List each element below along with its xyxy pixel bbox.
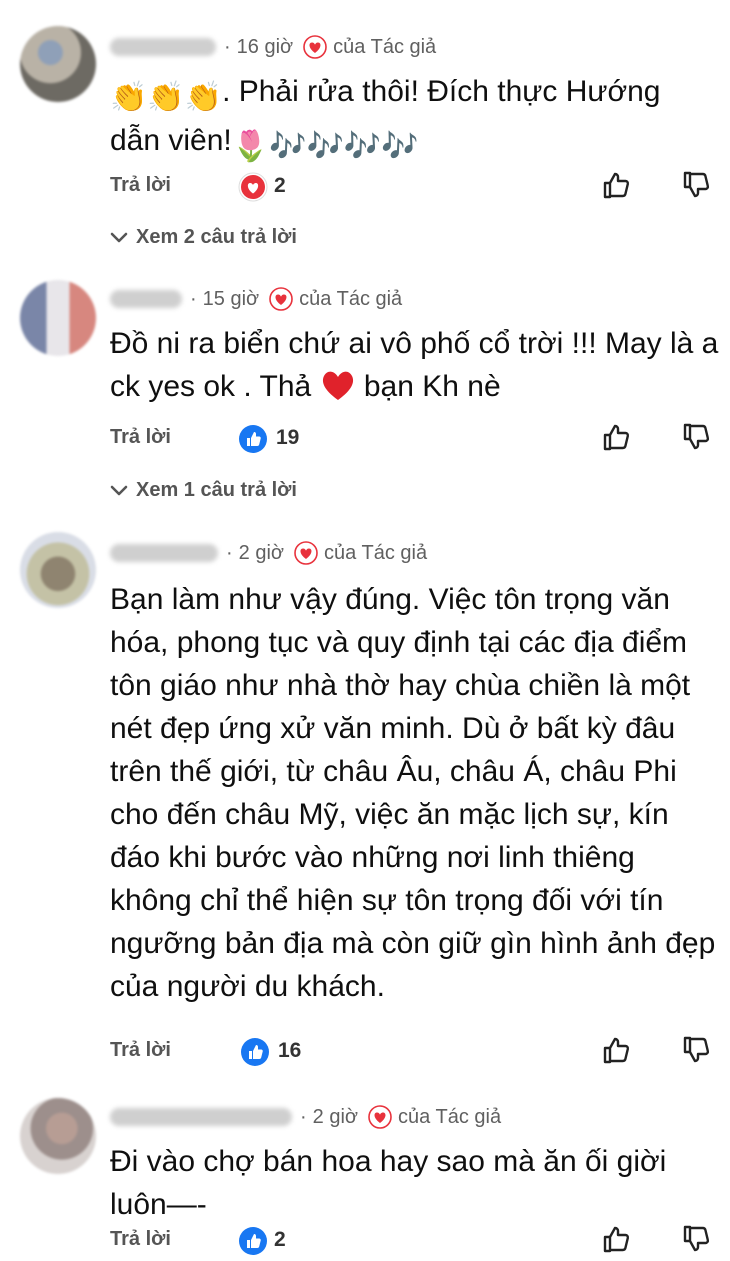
comment-text: Đồ ni ra biển chứ ai vô phố cổ trời !!! … [110,327,719,403]
music-notes-emoji: 🎶🎶🎶🎶 [269,130,419,163]
author-name-blurred[interactable] [110,290,182,308]
author-name-blurred[interactable] [110,38,216,56]
avatar[interactable] [20,26,96,102]
comment-meta: · 15 giờ của Tác giả [110,284,402,314]
view-replies-button[interactable]: Xem 1 câu trả lời [108,475,297,505]
like-reaction-icon[interactable] [238,1226,268,1256]
clapping-hands-emoji: 👏👏👏 [110,81,223,114]
thumbs-up-icon[interactable] [600,1033,634,1067]
reaction-count: 16 [278,1039,302,1062]
comment-meta: · 2 giờ của Tác giả [110,1102,501,1132]
author-heart-label: của Tác giả [333,35,437,58]
comment-actions: Trả lời 19 [0,420,730,460]
comment-time: 15 giờ [202,287,260,310]
reaction-count: 2 [274,1228,286,1251]
thumbs-up-icon[interactable] [600,420,634,454]
chevron-down-icon [108,226,130,248]
reply-button[interactable]: Trả lời [110,174,171,197]
avatar[interactable] [20,532,96,608]
avatar[interactable] [20,1098,96,1174]
chevron-down-icon [108,479,130,501]
reply-button[interactable]: Trả lời [110,1039,171,1062]
reaction-count: 2 [274,174,286,197]
author-heart-label: của Tác giả [324,541,428,564]
thumbs-up-icon[interactable] [600,168,634,202]
view-replies-button[interactable]: Xem 2 câu trả lời [108,222,297,252]
reaction-count: 19 [276,426,300,449]
tulip-emoji: 🌷 [231,130,270,163]
heart-badge-icon [269,287,293,311]
comment-time: 2 giờ [312,1105,359,1128]
red-heart-emoji [322,371,353,400]
comment-actions: Trả lời 2 [0,168,730,208]
comment-text: 👏👏👏. Phải rửa thôi! Đích thực Hướng dẫn … [110,70,725,168]
author-heart-label: của Tác giả [299,287,403,310]
thumbs-down-icon[interactable] [680,1033,714,1067]
like-reaction-icon[interactable] [240,1037,270,1067]
thumbs-up-icon[interactable] [600,1222,634,1256]
reply-button[interactable]: Trả lời [110,426,171,449]
like-reaction-icon[interactable] [238,424,268,454]
author-heart-label: của Tác giả [398,1105,502,1128]
comment-time: 2 giờ [238,541,285,564]
comment-meta: · 16 giờ của Tác giả [110,32,436,62]
heart-badge-icon [294,541,318,565]
thumbs-down-icon[interactable] [680,420,714,454]
comment-actions: Trả lời 16 [0,1033,730,1073]
thumbs-down-icon[interactable] [680,168,714,202]
comment-actions: Trả lời 2 [0,1222,730,1261]
heart-reaction-icon[interactable] [238,172,268,202]
reply-button[interactable]: Trả lời [110,1228,171,1251]
heart-badge-icon [368,1105,392,1129]
comment-text: Đi vào chợ bán hoa hay sao mà ăn ối giời… [110,1145,667,1221]
comment-meta: · 2 giờ của Tác giả [110,538,427,568]
avatar[interactable] [20,280,96,356]
heart-badge-icon [303,35,327,59]
comment-text: Bạn làm như vậy đúng. Việc tôn trọng văn… [110,583,716,1003]
author-name-blurred[interactable] [110,544,218,562]
comment-time: 16 giờ [236,35,294,58]
author-name-blurred[interactable] [110,1108,292,1126]
thumbs-down-icon[interactable] [680,1222,714,1256]
